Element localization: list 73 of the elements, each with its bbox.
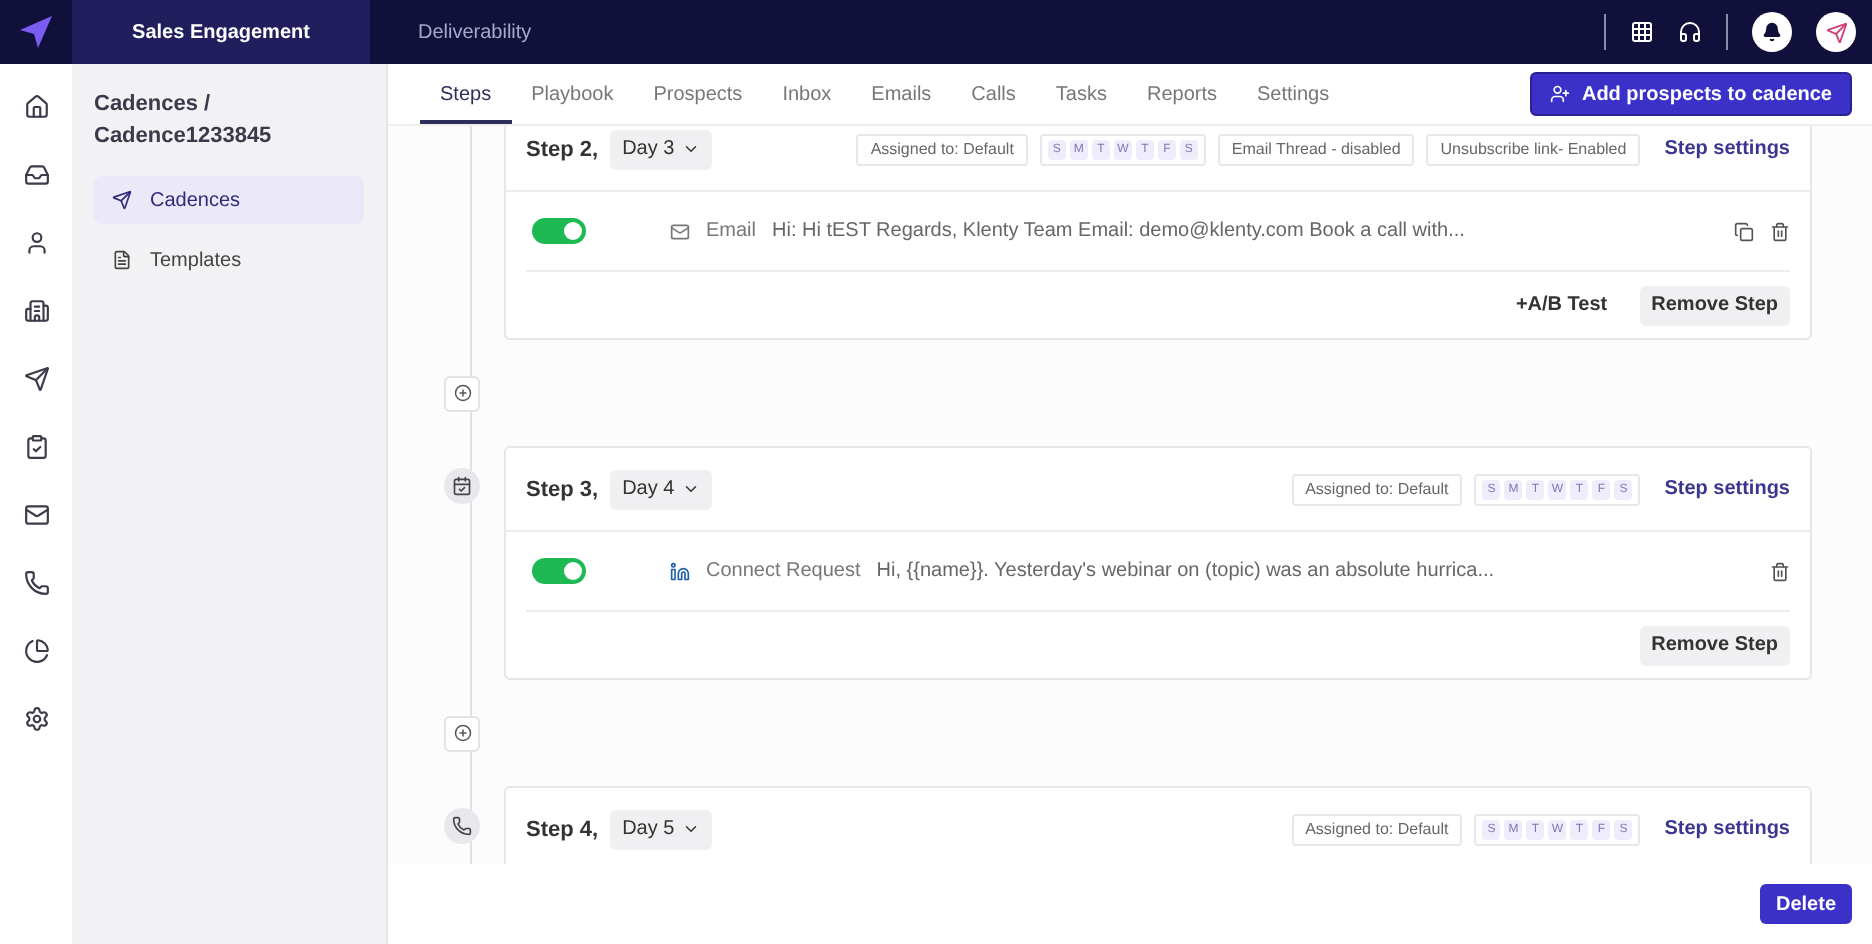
sidebar-item[interactable]: Templates <box>94 236 364 284</box>
linkedin-icon <box>670 561 690 581</box>
top-tab[interactable]: Sales Engagement <box>72 0 370 64</box>
pie-chart-icon[interactable] <box>23 638 49 664</box>
step-title: Step 4, <box>526 817 599 841</box>
document-icon <box>112 250 132 270</box>
mail-icon[interactable] <box>23 502 49 528</box>
add-user-icon <box>1549 84 1570 104</box>
cadence-title: Cadence1233845 <box>94 122 274 152</box>
send-icon <box>1825 21 1847 43</box>
building-icon[interactable] <box>23 298 49 324</box>
add-step-button[interactable] <box>444 375 480 411</box>
tab[interactable]: Reports <box>1126 84 1237 124</box>
tab[interactable]: Tasks <box>1035 84 1127 124</box>
channel-label: Connect Request <box>706 560 861 582</box>
copy-icon[interactable] <box>1734 221 1754 241</box>
mail-icon <box>670 221 690 241</box>
step-settings-link[interactable]: Step settings <box>1664 138 1790 160</box>
notifications-button[interactable] <box>1752 12 1792 52</box>
assigned-chip: Assigned to: Default <box>1291 473 1463 505</box>
tab[interactable]: Calls <box>951 84 1036 124</box>
tab[interactable]: Prospects <box>633 84 763 124</box>
toggle-switch[interactable] <box>532 218 586 244</box>
headset-icon[interactable] <box>1678 20 1702 44</box>
caret-icon <box>682 820 701 838</box>
avatar-button[interactable] <box>1816 12 1856 52</box>
caret-icon <box>682 480 701 498</box>
day-dropdown[interactable]: Day 3 <box>610 129 713 169</box>
step-title: Step 2, <box>526 137 599 161</box>
day-dropdown[interactable]: Day 4 <box>610 469 713 509</box>
phone-icon <box>444 808 480 844</box>
breadcrumb[interactable]: Cadences / <box>94 88 364 120</box>
channel-label: Email <box>706 220 757 242</box>
plus-icon <box>453 724 471 742</box>
step-settings-link[interactable]: Step settings <box>1664 818 1790 840</box>
logo-icon <box>18 14 54 50</box>
remove-step-button[interactable]: Remove Step <box>1639 625 1790 665</box>
sidebar-item[interactable]: Cadences <box>94 176 364 224</box>
phone-icon[interactable] <box>23 570 49 596</box>
send-icon[interactable] <box>23 366 49 392</box>
setting-chip: Email Thread - disabled <box>1217 133 1415 165</box>
assigned-chip: Assigned to: Default <box>856 133 1028 165</box>
message-preview: Hi, {{name}}. Yesterday's webinar on (topic) was an absolute hurrica... <box>876 560 1495 582</box>
tab[interactable]: Inbox <box>762 84 852 124</box>
dialpad-icon[interactable] <box>1630 20 1654 44</box>
settings-icon[interactable] <box>23 706 49 732</box>
delete-icon[interactable] <box>1770 561 1790 581</box>
ab-test-button[interactable]: +A/B Test <box>1503 292 1620 318</box>
inbox-icon[interactable] <box>23 162 49 188</box>
step-settings-link[interactable]: Step settings <box>1664 478 1790 500</box>
remove-step-button[interactable]: Remove Step <box>1639 285 1790 325</box>
caret-icon <box>682 140 701 158</box>
assigned-chip: Assigned to: Default <box>1291 813 1463 845</box>
step-title: Step 3, <box>526 477 599 501</box>
user-icon[interactable] <box>23 230 49 256</box>
bell-icon <box>1762 22 1782 42</box>
top-tab[interactable]: Deliverability <box>370 0 580 64</box>
tab[interactable]: Playbook <box>511 84 634 124</box>
setting-chip: Unsubscribe link- Enabled <box>1426 133 1641 165</box>
clipboard-icon[interactable] <box>23 434 49 460</box>
add-prospects-button[interactable]: Add prospects to cadence <box>1529 72 1852 116</box>
calendar-check-icon <box>444 468 480 504</box>
send-icon <box>112 190 132 210</box>
tab[interactable]: Emails <box>851 84 952 124</box>
add-step-button[interactable] <box>444 715 480 751</box>
toggle-switch[interactable] <box>532 558 586 584</box>
delete-button[interactable]: Delete <box>1759 884 1852 924</box>
delete-icon[interactable] <box>1770 221 1790 241</box>
plus-icon <box>453 384 471 402</box>
message-preview: Hi: Hi tEST Regards, Klenty Team Email: demo@klenty.com Book a call with... <box>772 220 1465 242</box>
tab[interactable]: Settings <box>1236 84 1350 124</box>
home-icon[interactable] <box>23 94 49 120</box>
day-dropdown[interactable]: Day 5 <box>610 809 713 849</box>
